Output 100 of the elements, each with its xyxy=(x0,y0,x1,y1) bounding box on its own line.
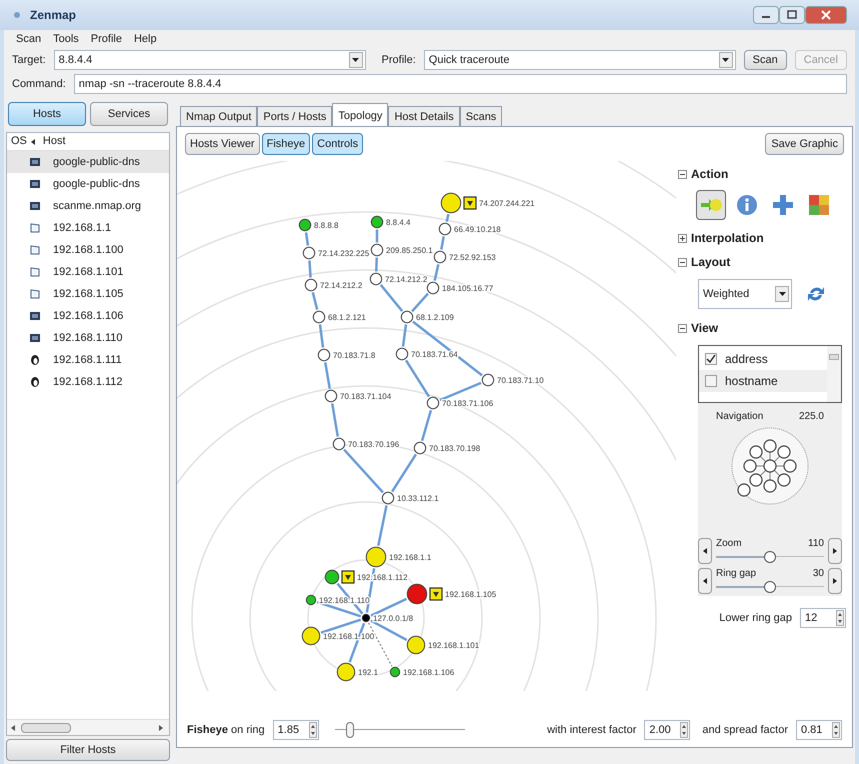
host-name: 192.168.1.106 xyxy=(53,308,124,324)
column-header[interactable]: OS xyxy=(11,133,27,150)
collapse-icon[interactable] xyxy=(678,170,687,178)
option-row[interactable]: hostname xyxy=(699,370,827,392)
host-node[interactable] xyxy=(336,662,356,682)
dropdown-arrow-icon xyxy=(722,58,730,62)
host-node[interactable] xyxy=(302,246,316,260)
host-node[interactable] xyxy=(312,310,326,324)
view-button[interactable]: Hosts Viewer xyxy=(185,133,260,155)
host-node[interactable] xyxy=(406,584,428,604)
host-node[interactable] xyxy=(306,594,316,606)
view-button[interactable]: Controls xyxy=(312,133,364,155)
increase-button[interactable] xyxy=(828,538,842,564)
view-toggle-button[interactable]: Services xyxy=(90,102,168,126)
layout-combo[interactable]: Weighted xyxy=(698,279,792,309)
host-name: scanme.nmap.org xyxy=(53,198,142,214)
menu-item[interactable]: Tools xyxy=(53,30,79,48)
increase-button[interactable] xyxy=(828,568,842,594)
host-node[interactable] xyxy=(298,218,312,232)
tab[interactable]: Host Details xyxy=(388,106,460,126)
tab[interactable]: Scans xyxy=(460,106,502,126)
collapse-icon[interactable] xyxy=(678,258,687,266)
host-node[interactable] xyxy=(304,278,318,292)
vertical-scrollbar[interactable] xyxy=(827,346,841,402)
tool-button[interactable] xyxy=(696,190,726,220)
slider-track[interactable] xyxy=(716,550,824,564)
scroll-thumb[interactable] xyxy=(21,722,71,732)
lower-ring-gap-field[interactable]: 12 xyxy=(800,608,846,628)
host-row[interactable]: 192.168.1.110 xyxy=(7,327,169,349)
host-node[interactable] xyxy=(406,636,426,654)
host-node[interactable] xyxy=(426,396,440,410)
host-row[interactable]: google-public-dns xyxy=(7,151,169,173)
slider-track[interactable] xyxy=(716,580,824,594)
host-node[interactable] xyxy=(426,282,440,294)
link-line xyxy=(420,410,432,442)
toolbar-button[interactable]: Scan xyxy=(744,50,787,70)
os-icon xyxy=(29,266,41,278)
host-node[interactable] xyxy=(396,348,408,360)
horizontal-scrollbar[interactable] xyxy=(7,719,169,735)
host-node[interactable] xyxy=(362,614,370,622)
host-node[interactable] xyxy=(400,310,414,324)
option-row[interactable]: address xyxy=(699,348,827,370)
collapse-icon[interactable] xyxy=(678,324,687,332)
host-node[interactable] xyxy=(324,570,340,584)
scroll-thumb[interactable] xyxy=(829,354,839,360)
filter-hosts-button[interactable]: Filter Hosts xyxy=(6,739,170,761)
host-node[interactable] xyxy=(434,250,446,264)
host-node[interactable] xyxy=(390,666,400,678)
host-row[interactable]: 192.168.1.106 xyxy=(7,305,169,327)
save-graphic-button[interactable]: Save Graphic xyxy=(765,133,844,155)
host-node[interactable] xyxy=(414,442,426,454)
host-node[interactable] xyxy=(440,192,462,214)
tab[interactable]: Ports / Hosts xyxy=(257,106,332,126)
host-row[interactable]: 192.168.1.1 xyxy=(7,217,169,239)
host-node[interactable] xyxy=(370,272,382,286)
host-node[interactable] xyxy=(366,546,386,568)
host-node[interactable] xyxy=(324,390,338,402)
host-node[interactable] xyxy=(302,626,320,646)
tab[interactable]: Topology xyxy=(332,103,388,126)
host-node[interactable] xyxy=(438,222,452,236)
slider-thumb[interactable] xyxy=(764,581,776,593)
maximize-button[interactable] xyxy=(779,6,805,24)
close-button[interactable] xyxy=(805,6,847,24)
host-row[interactable]: google-public-dns xyxy=(7,173,169,195)
column-header[interactable]: Host xyxy=(42,133,66,150)
host-row[interactable]: scanme.nmap.org xyxy=(7,195,169,217)
host-row[interactable]: 192.168.1.100 xyxy=(7,239,169,261)
tab[interactable]: Nmap Output xyxy=(180,106,258,126)
menu-item[interactable]: Scan xyxy=(16,30,42,48)
host-node[interactable] xyxy=(332,438,346,450)
menu-item[interactable]: Profile xyxy=(90,30,122,48)
fisheye-slider[interactable] xyxy=(334,722,465,738)
decrease-button[interactable] xyxy=(698,538,712,564)
view-button[interactable]: Fisheye xyxy=(262,133,310,155)
target-combo[interactable]: 8.8.4.4 xyxy=(54,50,366,70)
host-node[interactable] xyxy=(482,374,494,386)
host-row[interactable]: 192.168.1.111 xyxy=(7,349,169,371)
minimize-button[interactable] xyxy=(753,6,779,24)
link-line xyxy=(331,403,339,437)
expand-icon[interactable] xyxy=(678,234,687,242)
host-node[interactable] xyxy=(370,216,384,228)
menu-item[interactable]: Help xyxy=(134,30,157,48)
slider-thumb[interactable] xyxy=(764,551,776,563)
interest-factor-field[interactable]: 2.00 xyxy=(644,720,690,740)
host-row[interactable]: 192.168.1.112 xyxy=(7,371,169,393)
ring-field[interactable]: 1.85 xyxy=(272,720,319,740)
checkbox[interactable] xyxy=(705,353,717,365)
command-field[interactable]: nmap -sn --traceroute 8.8.4.4 xyxy=(74,74,847,94)
host-row[interactable]: 192.168.1.105 xyxy=(7,283,169,305)
checkbox[interactable] xyxy=(705,375,717,387)
profile-combo[interactable]: Quick traceroute xyxy=(424,50,736,70)
host-row[interactable]: 192.168.1.101 xyxy=(7,261,169,283)
host-node[interactable] xyxy=(318,348,330,362)
host-node[interactable] xyxy=(382,492,394,504)
host-node[interactable] xyxy=(370,244,384,256)
node-label: 72.14.212.2 xyxy=(385,275,428,284)
slider-thumb[interactable] xyxy=(346,722,354,738)
spread-factor-field[interactable]: 0.81 xyxy=(796,720,842,740)
decrease-button[interactable] xyxy=(698,568,712,594)
view-toggle-button[interactable]: Hosts xyxy=(8,102,86,126)
